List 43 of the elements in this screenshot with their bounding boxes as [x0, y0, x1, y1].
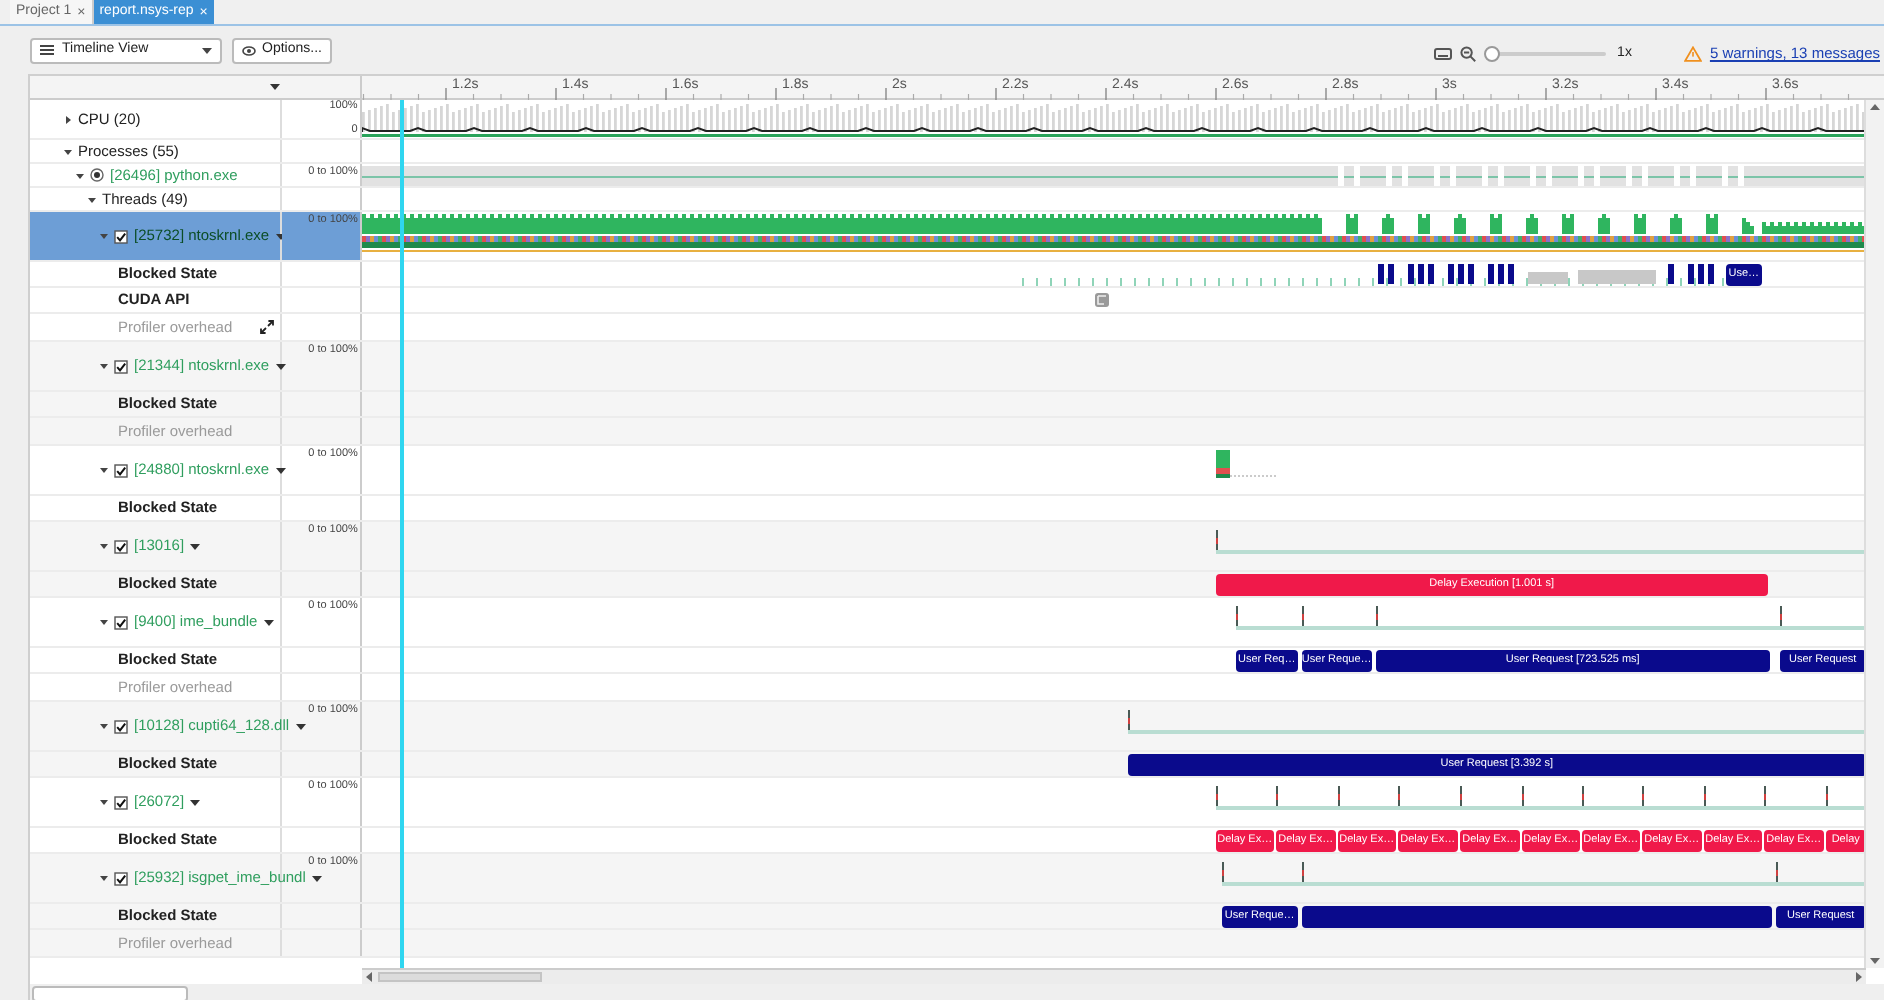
dropdown-caret-icon[interactable] — [275, 363, 286, 369]
checkbox[interactable] — [114, 719, 128, 733]
api-call-icon[interactable] — [1093, 292, 1110, 308]
collapse-caret-icon[interactable] — [64, 147, 72, 155]
horizontal-scrollbar[interactable] — [362, 968, 1866, 984]
expand-arrows-icon[interactable] — [259, 320, 274, 334]
dropdown-caret-icon[interactable] — [311, 875, 322, 881]
collapse-caret-icon[interactable] — [76, 171, 84, 179]
dropdown-caret-icon[interactable] — [263, 619, 274, 625]
list-icon — [40, 44, 54, 56]
eye-icon — [242, 45, 256, 55]
collapse-caret-icon[interactable] — [100, 798, 108, 806]
zoom-out-icon[interactable] — [1459, 46, 1476, 62]
dropdown-caret-icon[interactable] — [275, 467, 286, 473]
keyboard-icon[interactable] — [1433, 48, 1452, 60]
scroll-right-icon[interactable] — [1856, 972, 1862, 982]
collapse-caret-icon[interactable] — [88, 195, 96, 203]
checkbox[interactable] — [114, 229, 128, 243]
zoom-slider[interactable] — [1489, 46, 1606, 62]
vertical-scrollbar[interactable] — [1864, 100, 1884, 968]
collapse-caret-icon[interactable] — [100, 874, 108, 882]
warning-icon — [1683, 46, 1702, 62]
scroll-left-icon[interactable] — [366, 972, 372, 982]
scroll-down-icon[interactable] — [1870, 958, 1880, 964]
expand-caret-icon[interactable] — [64, 115, 72, 123]
collapse-caret-icon[interactable] — [100, 722, 108, 730]
scroll-up-icon[interactable] — [1870, 104, 1880, 110]
collapse-caret-icon[interactable] — [100, 542, 108, 550]
thread-activity-graph — [1215, 450, 1277, 478]
checkbox[interactable] — [114, 463, 128, 477]
dropdown-caret-icon[interactable] — [190, 543, 201, 549]
caret-icon — [202, 47, 212, 53]
dropdown-caret-icon[interactable] — [270, 84, 280, 90]
collapse-caret-icon[interactable] — [100, 362, 108, 370]
checkbox[interactable] — [114, 795, 128, 809]
collapse-caret-icon[interactable] — [100, 618, 108, 626]
checkbox[interactable] — [114, 359, 128, 373]
collapse-caret-icon[interactable] — [100, 466, 108, 474]
checkbox[interactable] — [114, 539, 128, 553]
checkbox[interactable] — [114, 615, 128, 629]
checkbox[interactable] — [114, 871, 128, 885]
dropdown-caret-icon[interactable] — [190, 799, 201, 805]
dropdown-caret-icon[interactable] — [295, 723, 306, 729]
